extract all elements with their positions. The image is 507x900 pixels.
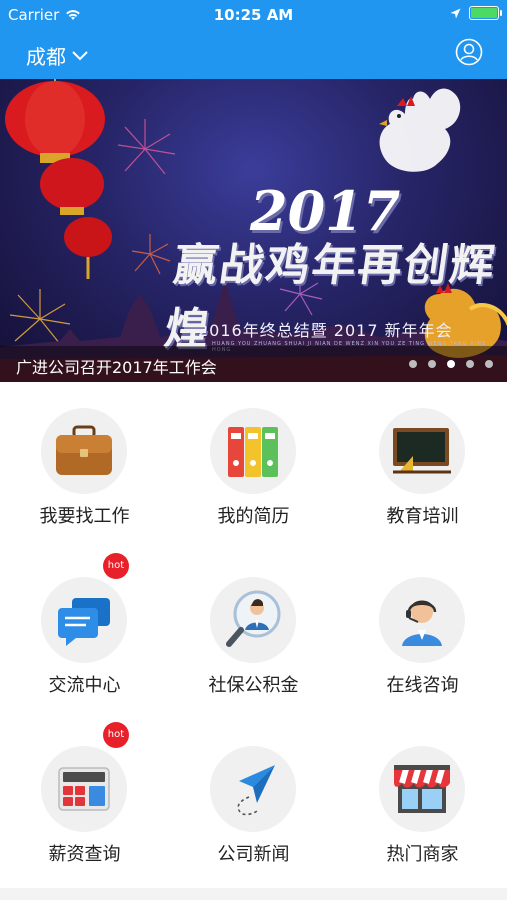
icon-circle bbox=[379, 746, 465, 832]
menu-item-communication-center[interactable]: hot 交流中心 bbox=[0, 551, 169, 720]
banner-caption-bar: 广进公司召开2017年工作会 bbox=[0, 346, 507, 382]
firework-icon bbox=[117, 119, 176, 175]
chat-bubbles-icon bbox=[58, 598, 110, 646]
banner-caption: 广进公司召开2017年工作会 bbox=[16, 358, 217, 377]
menu-label: 社保公积金 bbox=[208, 675, 299, 696]
blackboard-icon bbox=[393, 428, 451, 474]
carousel-dot[interactable] bbox=[409, 360, 417, 368]
location-arrow-icon bbox=[450, 8, 461, 18]
menu-item-education[interactable]: 教育培训 bbox=[338, 382, 507, 551]
storefront-icon bbox=[394, 765, 450, 813]
firework-icon bbox=[9, 289, 71, 345]
bottom-divider bbox=[0, 888, 507, 900]
battery-icon bbox=[469, 6, 502, 20]
menu-label: 公司新闻 bbox=[217, 844, 290, 865]
briefcase-icon bbox=[56, 425, 112, 475]
menu-label: 教育培训 bbox=[386, 506, 459, 527]
menu-label: 我的简历 bbox=[217, 506, 290, 527]
lantern-icon bbox=[5, 79, 112, 279]
city-selector[interactable]: 成都 bbox=[26, 41, 88, 70]
menu-item-social-security[interactable]: 社保公积金 bbox=[169, 551, 338, 720]
service-menu-grid: 我要找工作 我的简历 教育培训 hot 交流中心 社保公积金 在线咨询 hot … bbox=[0, 382, 507, 890]
menu-item-company-news[interactable]: 公司新闻 bbox=[169, 720, 338, 889]
folders-icon bbox=[228, 427, 278, 477]
user-profile-icon[interactable] bbox=[455, 38, 483, 66]
icon-circle bbox=[210, 746, 296, 832]
nav-bar: 成都 bbox=[0, 30, 507, 79]
status-bar: Carrier 10:25 AM bbox=[0, 0, 507, 30]
menu-label: 在线咨询 bbox=[386, 675, 459, 696]
hot-badge: hot bbox=[103, 553, 129, 579]
menu-label: 我要找工作 bbox=[39, 506, 130, 527]
paper-plane-icon bbox=[237, 765, 275, 816]
icon-circle bbox=[41, 577, 127, 663]
firework-icon bbox=[131, 234, 171, 275]
menu-item-find-job[interactable]: 我要找工作 bbox=[0, 382, 169, 551]
rooster-icon bbox=[379, 88, 461, 172]
menu-item-online-consult[interactable]: 在线咨询 bbox=[338, 551, 507, 720]
menu-label: 热门商家 bbox=[386, 844, 459, 865]
icon-circle bbox=[210, 408, 296, 494]
menu-item-my-resume[interactable]: 我的简历 bbox=[169, 382, 338, 551]
carousel-dot[interactable] bbox=[466, 360, 474, 368]
menu-label: 交流中心 bbox=[48, 675, 121, 696]
icon-circle bbox=[41, 746, 127, 832]
promo-banner[interactable]: 2017 赢战鸡年再创辉煌 2016年终总结暨 2017 新年年会 HUANG … bbox=[0, 79, 507, 382]
menu-item-popular-merchants[interactable]: 热门商家 bbox=[338, 720, 507, 889]
carousel-dots bbox=[409, 360, 493, 368]
icon-circle bbox=[210, 577, 296, 663]
hot-badge: hot bbox=[103, 722, 129, 748]
carousel-dot[interactable] bbox=[485, 360, 493, 368]
menu-item-salary-query[interactable]: hot 薪资查询 bbox=[0, 720, 169, 889]
icon-circle bbox=[379, 577, 465, 663]
chevron-down-icon bbox=[72, 50, 88, 60]
menu-label: 薪资查询 bbox=[48, 844, 121, 865]
calculator-icon bbox=[58, 767, 110, 811]
headset-agent-icon bbox=[402, 600, 442, 646]
banner-subtitle: 2016年终总结暨 2017 新年年会 bbox=[198, 321, 453, 340]
icon-circle bbox=[379, 408, 465, 494]
clock: 10:25 AM bbox=[213, 6, 294, 24]
icon-circle bbox=[41, 408, 127, 494]
city-label: 成都 bbox=[26, 45, 66, 69]
carousel-dot[interactable] bbox=[428, 360, 436, 368]
person-search-icon bbox=[226, 590, 281, 647]
carousel-dot-active[interactable] bbox=[447, 360, 455, 368]
